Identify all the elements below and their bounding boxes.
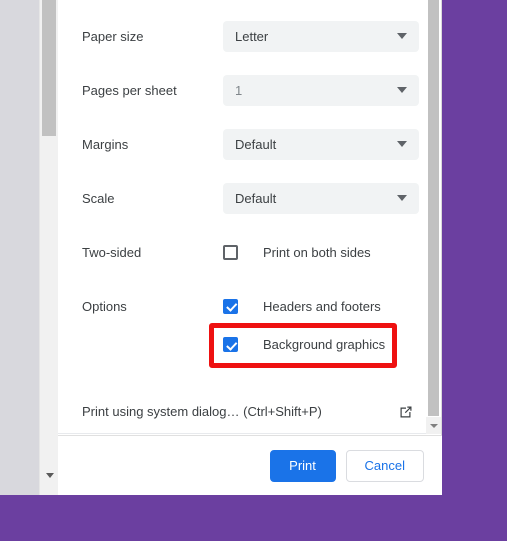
background-graphics-checkbox-row[interactable]: Background graphics: [223, 337, 385, 352]
headers-and-footers-checkbox[interactable]: [223, 298, 238, 314]
open-in-new-icon: [398, 404, 414, 420]
pages-per-sheet-select[interactable]: 1: [223, 74, 419, 106]
cancel-button[interactable]: Cancel: [345, 449, 424, 482]
print-dialog: Paper size Letter Pages per sheet 1 Marg…: [58, 0, 442, 495]
setting-row-scale: Scale Default: [58, 171, 427, 225]
setting-row-background-graphics: Background graphics: [58, 322, 427, 368]
setting-label-pages-per-sheet: Pages per sheet: [82, 82, 177, 98]
setting-label-paper-size: Paper size: [82, 28, 144, 44]
paper-size-value: Letter: [235, 28, 269, 44]
setting-label-two-sided: Two-sided: [82, 244, 142, 260]
dialog-scrollbar-down-button[interactable]: [426, 417, 441, 434]
scale-value: Default: [235, 190, 277, 206]
paper-size-select[interactable]: Letter: [223, 20, 419, 52]
browser-vertical-scrollbar[interactable]: [39, 0, 58, 495]
browser-page: Paper size Letter Pages per sheet 1 Marg…: [0, 0, 442, 495]
headers-and-footers-checkbox-row[interactable]: Headers and footers: [223, 298, 381, 314]
setting-label-options: Options: [82, 298, 127, 314]
two-sided-checkbox-row[interactable]: Print on both sides: [223, 244, 371, 260]
page-background-bottom: [0, 495, 507, 541]
chevron-down-icon: [397, 141, 407, 147]
setting-label-margins: Margins: [82, 136, 129, 152]
print-on-both-sides-checkbox[interactable]: [223, 244, 238, 260]
chevron-down-icon: [397, 195, 407, 201]
browser-scrollbar-thumb[interactable]: [42, 0, 56, 136]
setting-row-two-sided: Two-sided Print on both sides: [58, 225, 427, 279]
chevron-down-icon: [397, 33, 407, 39]
browser-scrollbar-down-button[interactable]: [40, 467, 59, 484]
setting-label-scale: Scale: [82, 190, 115, 206]
setting-row-pages-per-sheet: Pages per sheet 1: [58, 63, 427, 117]
print-on-both-sides-label: Print on both sides: [263, 244, 371, 260]
scale-select[interactable]: Default: [223, 182, 419, 214]
print-button[interactable]: Print: [269, 449, 336, 482]
dialog-scrollbar-thumb[interactable]: [428, 0, 439, 416]
setting-row-paper-size: Paper size Letter: [58, 9, 427, 63]
page-background-right: [442, 0, 507, 495]
headers-and-footers-label: Headers and footers: [263, 298, 381, 314]
print-dialog-footer: Print Cancel: [58, 435, 442, 495]
setting-row-margins: Margins Default: [58, 117, 427, 171]
scroll-down-arrow-icon: [429, 423, 438, 428]
background-graphics-checkbox[interactable]: [223, 337, 238, 352]
page-left-gutter: [0, 0, 39, 495]
print-dialog-body: Paper size Letter Pages per sheet 1 Marg…: [58, 0, 441, 434]
pages-per-sheet-value: 1: [235, 82, 243, 98]
scroll-down-arrow-icon: [45, 473, 54, 478]
margins-select[interactable]: Default: [223, 128, 419, 160]
print-settings-scroll-area: Paper size Letter Pages per sheet 1 Marg…: [58, 0, 427, 434]
margins-value: Default: [235, 136, 277, 152]
print-using-system-dialog-label: Print using system dialog… (Ctrl+Shift+P…: [82, 404, 322, 419]
print-using-system-dialog-row[interactable]: Print using system dialog… (Ctrl+Shift+P…: [58, 390, 427, 434]
chevron-down-icon: [397, 87, 407, 93]
dialog-vertical-scrollbar[interactable]: [426, 0, 441, 434]
background-graphics-label: Background graphics: [263, 337, 386, 352]
